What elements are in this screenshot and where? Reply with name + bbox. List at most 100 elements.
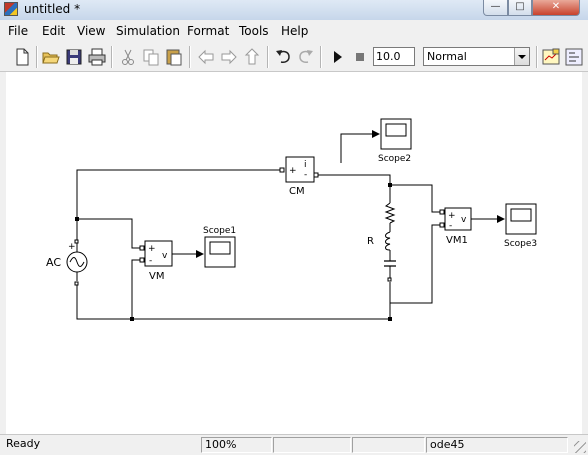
cm-plus-label: +	[289, 166, 297, 176]
toolbar-separator	[320, 46, 322, 68]
scope2-block[interactable]: Scope2	[378, 118, 412, 164]
stop-simulation-icon[interactable]	[349, 46, 371, 68]
library-browser-icon[interactable]	[540, 46, 562, 68]
menu-view[interactable]: View	[77, 24, 105, 38]
polarity-plus: +	[68, 242, 76, 252]
port-connector	[387, 277, 392, 282]
current-measurement-cm[interactable]: + - i CM	[279, 156, 319, 197]
status-bar: Ready 100% ode45	[0, 434, 588, 455]
window-title: untitled *	[24, 2, 81, 16]
scope-screen-icon	[385, 123, 407, 137]
toolbar-separator	[111, 46, 113, 68]
vm1-plus-label: +	[448, 211, 456, 221]
junction-dot	[388, 183, 392, 187]
menu-help[interactable]: Help	[281, 24, 308, 38]
back-arrow-icon[interactable]	[195, 46, 217, 68]
cm-minus-label: -	[304, 170, 307, 180]
stop-time-input[interactable]: 10.0	[373, 47, 415, 66]
menu-edit[interactable]: Edit	[42, 24, 65, 38]
vm-block-label: VM	[149, 271, 164, 282]
wire-vm1-minus[interactable]	[389, 224, 440, 319]
wire-ac-to-cm[interactable]	[76, 169, 280, 242]
vm-plus-label: +	[148, 244, 156, 254]
close-button[interactable]: ✕	[532, 0, 580, 16]
copy-icon[interactable]	[140, 46, 162, 68]
scope-screen-icon	[510, 208, 532, 222]
scope3-label: Scope3	[504, 239, 537, 249]
port-connector	[139, 257, 145, 263]
port-connector	[74, 281, 79, 286]
maximize-button[interactable]: □	[508, 0, 532, 16]
ac-voltage-source[interactable]: + AC	[46, 239, 88, 286]
minimize-button[interactable]: —	[483, 0, 508, 16]
cm-block-label: CM	[289, 186, 305, 197]
port-connector	[279, 167, 285, 173]
model-explorer-icon[interactable]	[563, 46, 585, 68]
status-solver: ode45	[426, 437, 568, 453]
wire-vm-minus[interactable]	[131, 259, 140, 319]
menu-file[interactable]: File	[8, 24, 28, 38]
save-icon[interactable]	[63, 46, 85, 68]
simulation-mode-value: Normal	[427, 50, 467, 63]
cut-icon[interactable]	[117, 46, 139, 68]
wire-cm-to-rlc[interactable]	[314, 174, 391, 185]
series-rlc-branch[interactable]: R	[367, 187, 396, 300]
inductor-symbol	[385, 231, 391, 251]
simulink-app-icon[interactable]	[4, 2, 18, 16]
port-connector	[139, 245, 145, 251]
vm1-block-label: VM1	[446, 235, 468, 246]
voltage-measurement-vm1[interactable]: + - v VM1	[439, 207, 472, 246]
toolbar-separator	[36, 46, 38, 68]
paste-icon[interactable]	[163, 46, 185, 68]
scope1-label: Scope1	[203, 226, 236, 236]
scope1-block[interactable]: Scope1	[203, 226, 236, 268]
toolbar-separator	[189, 46, 191, 68]
menu-format[interactable]: Format	[187, 24, 229, 38]
ac-source-label: AC	[46, 256, 61, 269]
menu-bar: File Edit View Simulation Format Tools H…	[0, 20, 588, 42]
title-bar: untitled * — □ ✕	[0, 0, 588, 21]
port-connector	[313, 172, 319, 178]
status-empty-cell	[352, 437, 425, 453]
menu-tools[interactable]: Tools	[239, 24, 269, 38]
undo-icon[interactable]	[272, 46, 294, 68]
forward-arrow-icon[interactable]	[218, 46, 240, 68]
chevron-down-icon[interactable]	[514, 48, 529, 65]
scope-screen-icon	[209, 241, 231, 255]
status-zoom: 100%	[201, 437, 272, 453]
junction-dot	[75, 217, 79, 221]
wire-ground-bus[interactable]	[76, 284, 390, 320]
scope2-label: Scope2	[378, 154, 411, 164]
wire-ac-to-vm-plus[interactable]	[77, 218, 140, 249]
wire-vm1-plus[interactable]	[390, 184, 440, 213]
capacitor-symbol	[384, 260, 396, 267]
toolbar: 10.0 Normal	[0, 42, 588, 72]
status-ready: Ready	[6, 437, 41, 450]
vm1-port-label: v	[461, 215, 467, 225]
simulation-mode-select[interactable]: Normal	[423, 47, 530, 66]
junction-dot	[130, 317, 134, 321]
resistor-symbol	[384, 202, 396, 224]
start-simulation-icon[interactable]	[326, 46, 348, 68]
model-canvas[interactable]: + AC + - v VM Scope1 + - i CM Scope2 R +…	[6, 73, 582, 433]
port-connector	[439, 222, 445, 228]
toolbar-separator	[267, 46, 269, 68]
window-frame-right	[582, 72, 588, 434]
print-icon[interactable]	[86, 46, 108, 68]
vm-port-label: v	[162, 251, 168, 261]
wire-cm-to-scope2[interactable]	[340, 130, 380, 163]
new-model-icon[interactable]	[11, 46, 33, 68]
vm-minus-label: -	[149, 256, 152, 266]
model-diagram: + AC + - v VM Scope1 + - i CM Scope2 R +…	[46, 118, 537, 321]
toolbar-separator	[536, 46, 538, 68]
open-folder-icon[interactable]	[40, 46, 62, 68]
resize-grip-icon[interactable]	[574, 441, 586, 453]
menu-simulation[interactable]: Simulation	[116, 24, 180, 38]
redo-icon[interactable]	[295, 46, 317, 68]
status-empty-cell	[273, 437, 351, 453]
voltage-measurement-vm[interactable]: + - v VM	[139, 240, 173, 282]
junction-dot	[388, 317, 392, 321]
rlc-branch-label: R	[367, 236, 374, 247]
scope3-block[interactable]: Scope3	[504, 203, 537, 249]
up-arrow-icon[interactable]	[241, 46, 263, 68]
